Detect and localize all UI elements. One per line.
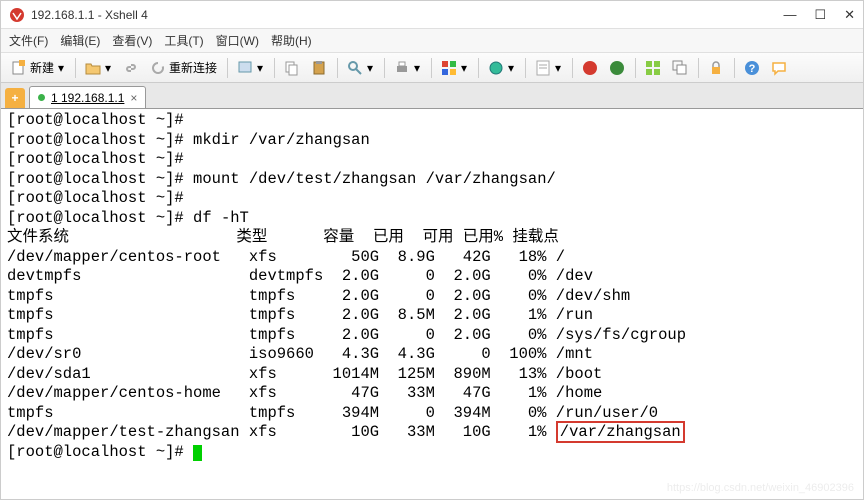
find-button[interactable]: ▾ bbox=[343, 58, 379, 78]
session-tab[interactable]: 1 192.168.1.1 × bbox=[29, 86, 146, 108]
paste-button[interactable] bbox=[307, 58, 332, 78]
df-row: tmpfs tmpfs 2.0G 8.5M 2.0G 1% /run bbox=[7, 306, 857, 326]
xshell-icon[interactable] bbox=[578, 58, 603, 78]
properties-button[interactable]: ▾ bbox=[233, 58, 269, 78]
minimize-button[interactable]: — bbox=[783, 7, 796, 23]
highlighted-mount: /var/zhangsan bbox=[556, 421, 685, 443]
copy-button[interactable] bbox=[280, 58, 305, 78]
svg-text:?: ? bbox=[749, 63, 756, 75]
tiles-icon[interactable] bbox=[641, 58, 666, 78]
df-row: /dev/mapper/centos-root xfs 50G 8.9G 42G… bbox=[7, 248, 857, 268]
tab-label: 1 192.168.1.1 bbox=[51, 91, 124, 105]
window-controls: — ☐ ✕ bbox=[783, 7, 855, 23]
chevron-down-icon: ▾ bbox=[57, 60, 65, 76]
reconnect-button[interactable]: 重新连接 bbox=[146, 57, 222, 78]
window-title: 192.168.1.1 - Xshell 4 bbox=[31, 8, 783, 22]
link-icon[interactable] bbox=[119, 58, 144, 78]
toolbar-separator bbox=[635, 58, 636, 78]
new-tab-button[interactable]: + bbox=[5, 88, 25, 108]
globe-button[interactable]: ▾ bbox=[484, 58, 520, 78]
toolbar-separator bbox=[525, 58, 526, 78]
close-button[interactable]: ✕ bbox=[844, 7, 855, 23]
df-row: /dev/sr0 iso9660 4.3G 4.3G 0 100% /mnt bbox=[7, 345, 857, 365]
menu-window[interactable]: 窗口(W) bbox=[216, 32, 259, 49]
terminal-output[interactable]: [root@localhost ~]#[root@localhost ~]# m… bbox=[1, 109, 863, 468]
df-row: /dev/mapper/centos-home xfs 47G 33M 47G … bbox=[7, 384, 857, 404]
toolbar-separator bbox=[274, 58, 275, 78]
menu-view[interactable]: 查看(V) bbox=[112, 32, 152, 49]
menu-file[interactable]: 文件(F) bbox=[9, 32, 48, 49]
menu-edit[interactable]: 编辑(E) bbox=[60, 32, 100, 49]
df-row: tmpfs tmpfs 2.0G 0 2.0G 0% /sys/fs/cgrou… bbox=[7, 326, 857, 346]
reconnect-label: 重新连接 bbox=[169, 59, 217, 76]
toolbar-separator bbox=[734, 58, 735, 78]
toolbar-separator bbox=[384, 58, 385, 78]
status-dot-icon bbox=[38, 94, 45, 101]
xftp-icon[interactable] bbox=[605, 58, 630, 78]
df-header: 文件系统 类型 容量 已用 可用 已用% 挂载点 bbox=[7, 228, 857, 248]
df-row: tmpfs tmpfs 2.0G 0 2.0G 0% /dev/shm bbox=[7, 287, 857, 307]
toolbar-separator bbox=[698, 58, 699, 78]
maximize-button[interactable]: ☐ bbox=[814, 7, 826, 23]
toolbar-separator bbox=[572, 58, 573, 78]
app-icon bbox=[9, 7, 25, 23]
df-row: /dev/sda1 xfs 1014M 125M 890M 13% /boot bbox=[7, 365, 857, 385]
toolbar-separator bbox=[227, 58, 228, 78]
toolbar: 新建 ▾ ▾ 重新连接 ▾ ▾ ▾ ▾ ▾ ▾ ? bbox=[1, 53, 863, 83]
help-icon[interactable]: ? bbox=[740, 58, 765, 78]
colors-button[interactable]: ▾ bbox=[437, 58, 473, 78]
df-row-highlighted: /dev/mapper/test-zhangsan xfs 10G 33M 10… bbox=[7, 423, 857, 443]
tabbar: + 1 192.168.1.1 × bbox=[1, 83, 863, 109]
tab-close-icon[interactable]: × bbox=[130, 91, 137, 105]
chat-icon[interactable] bbox=[767, 58, 792, 78]
new-label: 新建 bbox=[30, 59, 54, 76]
new-button[interactable]: 新建 ▾ bbox=[7, 57, 70, 78]
print-button[interactable]: ▾ bbox=[390, 58, 426, 78]
toolbar-separator bbox=[337, 58, 338, 78]
script-button[interactable]: ▾ bbox=[531, 58, 567, 78]
watermark: https://blog.csdn.net/weixin_46902396 bbox=[667, 482, 854, 494]
open-button[interactable]: ▾ bbox=[81, 58, 117, 78]
toolbar-separator bbox=[478, 58, 479, 78]
lock-icon[interactable] bbox=[704, 58, 729, 78]
titlebar: 192.168.1.1 - Xshell 4 — ☐ ✕ bbox=[1, 1, 863, 29]
menu-tools[interactable]: 工具(T) bbox=[164, 32, 203, 49]
cursor-icon bbox=[193, 445, 202, 461]
menubar: 文件(F) 编辑(E) 查看(V) 工具(T) 窗口(W) 帮助(H) bbox=[1, 29, 863, 53]
menu-help[interactable]: 帮助(H) bbox=[271, 32, 312, 49]
toolbar-separator bbox=[431, 58, 432, 78]
df-row: devtmpfs devtmpfs 2.0G 0 2.0G 0% /dev bbox=[7, 267, 857, 287]
df-row: tmpfs tmpfs 394M 0 394M 0% /run/user/0 bbox=[7, 404, 857, 424]
cascade-icon[interactable] bbox=[668, 58, 693, 78]
toolbar-separator bbox=[75, 58, 76, 78]
